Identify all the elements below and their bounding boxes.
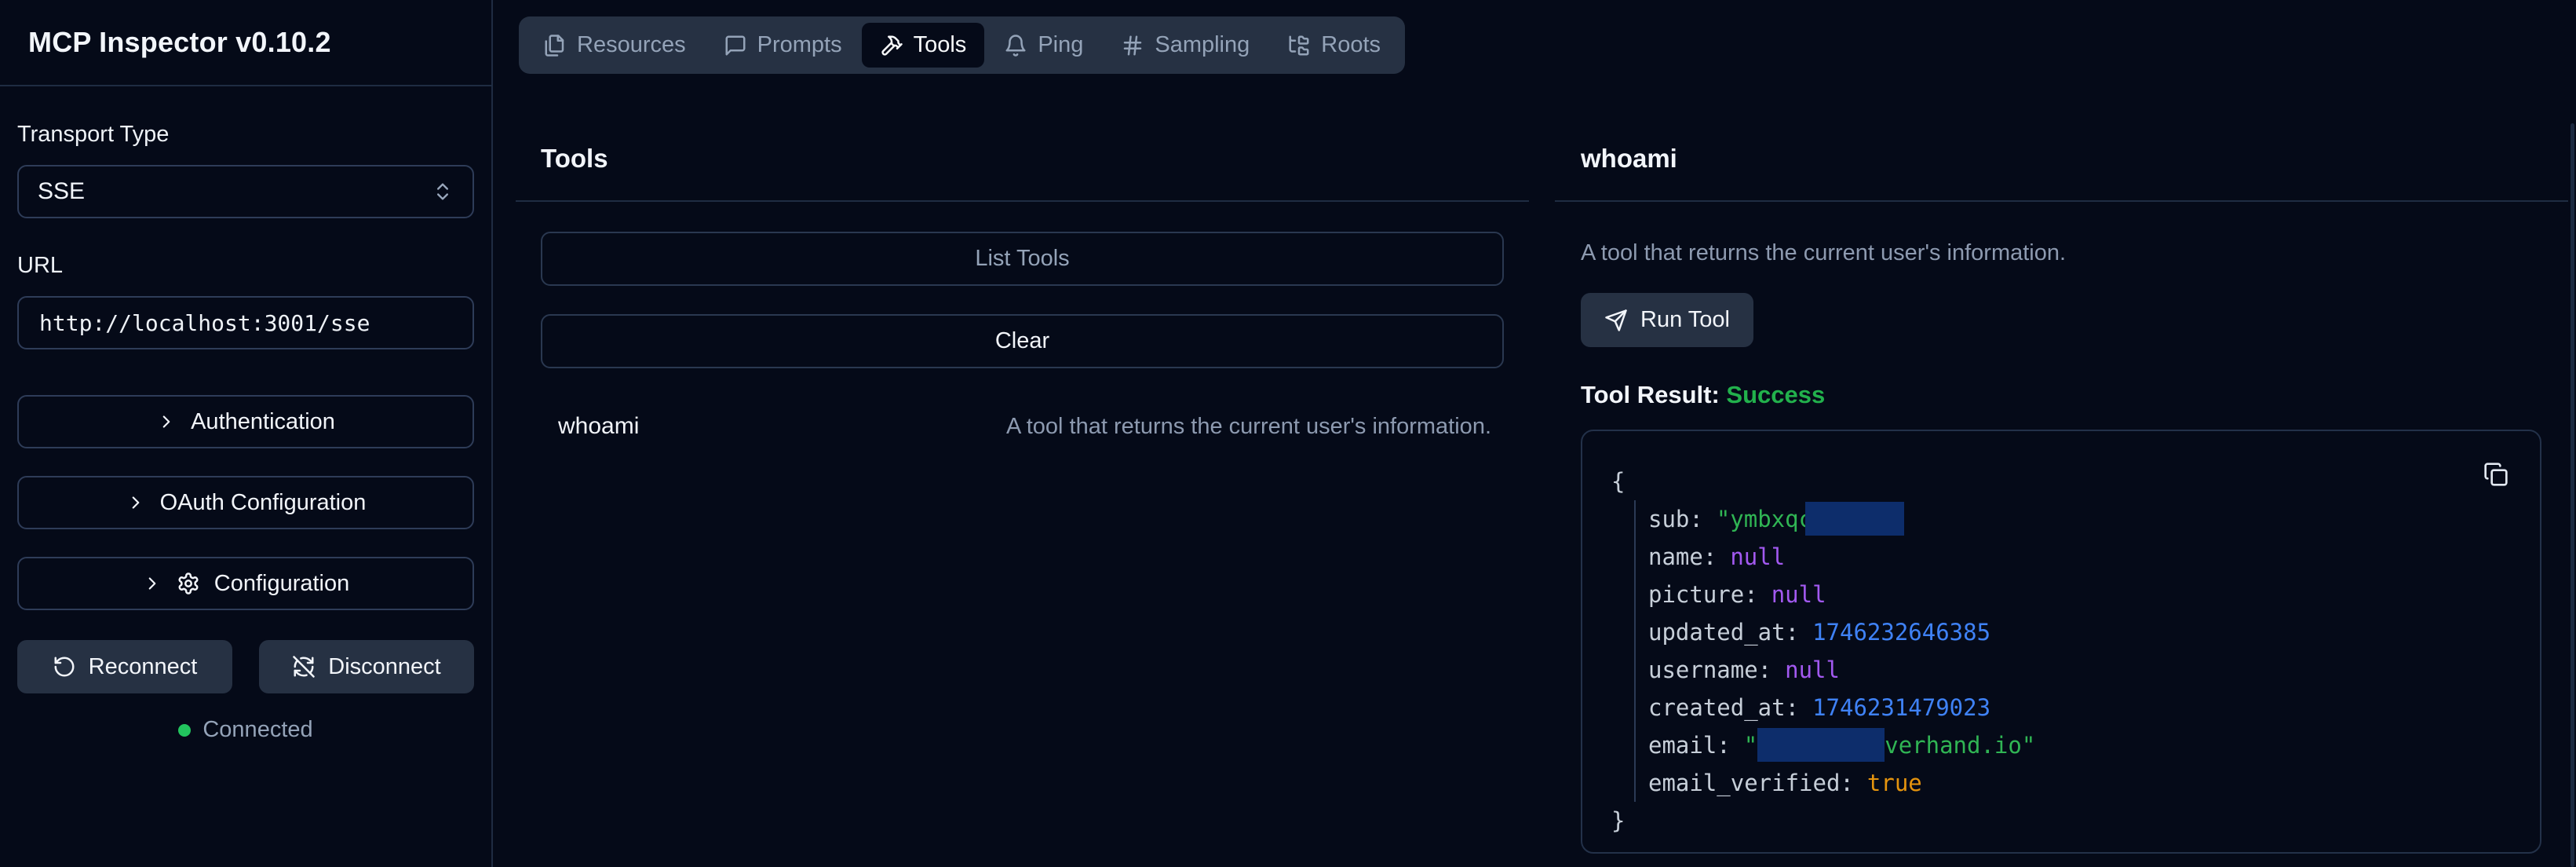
json-line-updated-at: updated_at:1746232646385 (1648, 613, 2540, 651)
rotate-ccw-icon (53, 655, 76, 679)
tab-label: Ping (1038, 32, 1083, 58)
json-line-username: username:null (1648, 651, 2540, 689)
chevron-right-icon (126, 492, 146, 513)
json-line-sub: sub:"ymbxqc (1648, 500, 2540, 538)
run-tool-button[interactable]: Run Tool (1581, 293, 1753, 347)
mcp-inspector-app: MCP Inspector v0.10.2 Transport Type SSE… (0, 0, 2576, 867)
folder-tree-icon (1287, 34, 1311, 57)
tool-detail-panel: whoami A tool that returns the current u… (1555, 143, 2568, 867)
tab-roots[interactable]: Roots (1269, 23, 1399, 68)
tool-detail-description: A tool that returns the current user's i… (1581, 240, 2568, 266)
json-close-brace-line: } (1611, 802, 2540, 840)
json-line-email-verified: email_verified:true (1648, 764, 2540, 802)
tool-name: whoami (558, 413, 639, 440)
tools-panel: Tools List Tools Clear whoami A tool tha… (516, 143, 1529, 867)
files-icon (543, 34, 567, 57)
json-body: sub:"ymbxqc name:null picture:null updat… (1634, 500, 2540, 802)
chevron-right-icon (156, 412, 177, 432)
refresh-off-icon (292, 655, 316, 679)
tab-sampling[interactable]: Sampling (1103, 23, 1268, 68)
tool-list-item-whoami[interactable]: whoami A tool that returns the current u… (541, 413, 1504, 440)
sidebar-header: MCP Inspector v0.10.2 (0, 0, 491, 86)
tool-description: A tool that returns the current user's i… (1006, 414, 1491, 440)
app-title: MCP Inspector v0.10.2 (28, 26, 331, 59)
chevrons-up-down-icon (432, 181, 454, 203)
url-input[interactable] (17, 296, 474, 349)
tab-label: Prompts (757, 32, 842, 58)
json-line-name: name:null (1648, 538, 2540, 576)
tab-resources[interactable]: Resources (525, 23, 704, 68)
chevron-right-icon (142, 573, 162, 594)
main-area: Resources Prompts Tools Ping Sampling (493, 0, 2576, 867)
list-tools-button[interactable]: List Tools (541, 232, 1504, 286)
content: Tools List Tools Clear whoami A tool tha… (493, 74, 2576, 867)
tools-panel-title: Tools (541, 143, 1529, 174)
disconnect-button[interactable]: Disconnect (259, 640, 474, 693)
tools-panel-body: List Tools Clear whoami A tool that retu… (516, 202, 1529, 440)
configuration-label: Configuration (214, 571, 350, 597)
topbar: Resources Prompts Tools Ping Sampling (493, 0, 2576, 74)
transport-type-label: Transport Type (17, 121, 474, 148)
message-square-icon (724, 34, 747, 57)
redaction-overlay (1757, 728, 1885, 762)
tab-tools[interactable]: Tools (862, 23, 985, 68)
transport-select-value: SSE (38, 178, 85, 205)
hash-icon (1121, 34, 1144, 57)
connection-actions: Reconnect Disconnect (17, 640, 474, 693)
sidebar: MCP Inspector v0.10.2 Transport Type SSE… (0, 0, 493, 867)
connection-status: Connected (17, 717, 474, 743)
hammer-icon (880, 34, 903, 57)
json-line-created-at: created_at:1746231479023 (1648, 689, 2540, 726)
result-status: Success (1726, 381, 1825, 408)
tab-label: Tools (914, 32, 967, 58)
disconnect-label: Disconnect (328, 654, 440, 680)
tab-label: Sampling (1155, 32, 1250, 58)
tab-label: Roots (1321, 32, 1381, 58)
tool-result-json: { sub:"ymbxqc name:null picture:null upd… (1581, 430, 2541, 854)
url-label: URL (17, 252, 474, 279)
status-dot (178, 724, 191, 737)
detail-panel-body: A tool that returns the current user's i… (1555, 202, 2568, 854)
json-line-picture: picture:null (1648, 576, 2540, 613)
tab-prompts[interactable]: Prompts (706, 23, 860, 68)
gear-icon (177, 572, 200, 595)
oauth-configuration-button[interactable]: OAuth Configuration (17, 476, 474, 529)
oauth-configuration-label: OAuth Configuration (160, 490, 367, 516)
copy-icon[interactable] (2482, 461, 2510, 489)
json-open-brace-line: { (1611, 463, 2540, 500)
tab-ping[interactable]: Ping (986, 23, 1101, 68)
sidebar-body: Transport Type SSE URL Authentication OA… (0, 86, 491, 743)
reconnect-label: Reconnect (89, 654, 198, 680)
transport-select[interactable]: SSE (17, 165, 474, 218)
result-label: Tool Result: (1581, 381, 1720, 408)
json-line-email: email:"verhand.io" (1648, 726, 2540, 764)
tab-label: Resources (577, 32, 686, 58)
reconnect-button[interactable]: Reconnect (17, 640, 232, 693)
run-tool-label: Run Tool (1640, 307, 1730, 333)
authentication-button[interactable]: Authentication (17, 395, 474, 448)
tab-list: Resources Prompts Tools Ping Sampling (519, 16, 1405, 74)
json-open-brace: { (1611, 468, 1625, 495)
bell-icon (1004, 34, 1027, 57)
detail-panel-title: whoami (1581, 143, 2568, 174)
redaction-overlay (1805, 502, 1904, 536)
authentication-label: Authentication (191, 409, 335, 435)
status-label: Connected (203, 717, 312, 743)
configuration-button[interactable]: Configuration (17, 557, 474, 610)
tool-result-line: Tool Result: Success (1581, 380, 2568, 409)
send-icon (1604, 309, 1628, 332)
vertical-scrollbar[interactable] (2571, 123, 2574, 867)
clear-button[interactable]: Clear (541, 314, 1504, 368)
json-close-brace: } (1611, 807, 1625, 834)
